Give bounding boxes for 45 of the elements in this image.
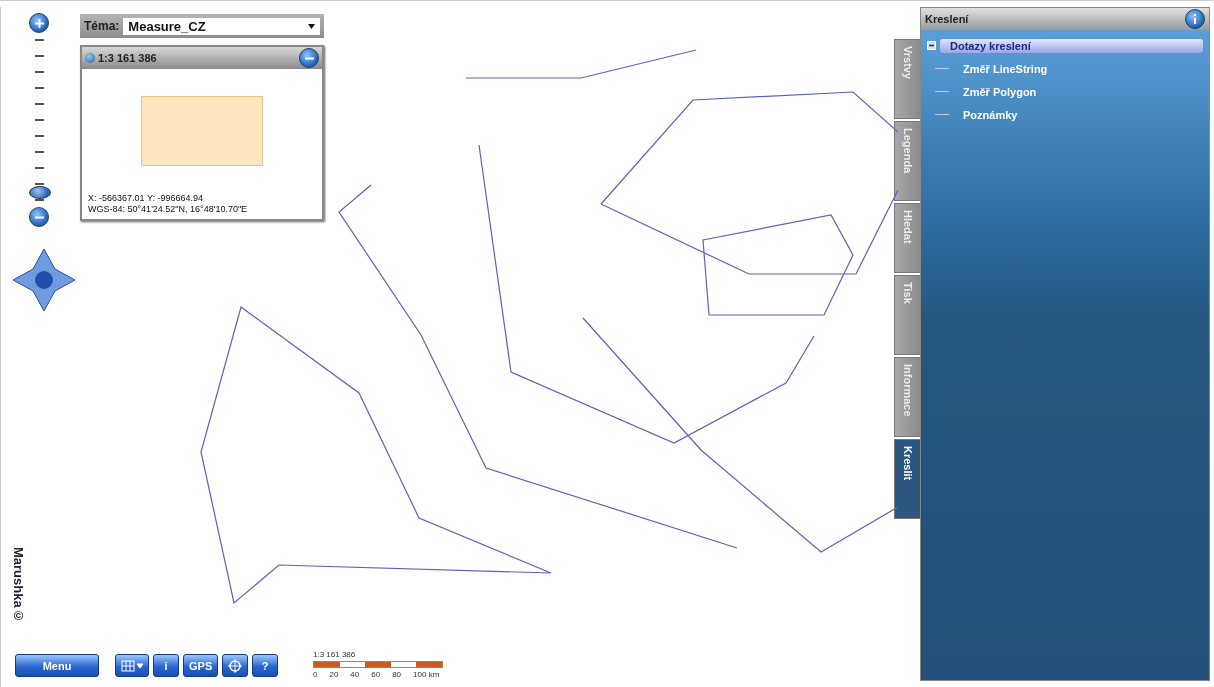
scale-tick-label: 100 km — [413, 670, 440, 679]
tool-button[interactable]: ? — [252, 654, 279, 677]
minimize-button[interactable] — [299, 48, 319, 68]
menu-button[interactable]: Menu — [15, 654, 99, 677]
zoom-in-button[interactable] — [29, 13, 49, 33]
scale-tick-label: 0 — [313, 670, 318, 679]
scale-text: 1:3 161 386 — [313, 650, 357, 659]
brand-label: Marushka© — [11, 547, 26, 623]
info-icon — [1192, 14, 1198, 24]
tool-button[interactable]: i — [153, 654, 179, 677]
scale-tick-label: 60 — [371, 670, 381, 679]
locate-button[interactable] — [222, 654, 249, 677]
coordinate-text: WGS-84: 50°41'24.52"N, 16°48'10.70"E — [88, 204, 249, 215]
dropdown-caret-icon — [308, 23, 315, 29]
tree-item[interactable]: Změř Polygon — [953, 84, 1047, 99]
tree-item[interactable]: Poznámky — [953, 107, 1028, 122]
tool-button[interactable]: GPS — [183, 654, 219, 677]
scale-tick-label: 80 — [392, 670, 402, 679]
side-tab[interactable]: Vrstvy — [894, 39, 920, 119]
tree-item[interactable]: Dotazy kreslení — [940, 38, 1203, 53]
scale-tick-label: 40 — [350, 670, 360, 679]
grid-icon — [121, 659, 143, 672]
help-button[interactable] — [1185, 9, 1205, 29]
crosshair-icon — [228, 658, 243, 673]
overview-scale: 1:3 161 386 — [98, 52, 157, 64]
minus-icon — [34, 215, 44, 219]
collapse-toggle[interactable] — [927, 41, 936, 50]
tree-item[interactable]: Změř LineString — [953, 61, 1058, 76]
theme-select[interactable]: Measure_CZ — [123, 17, 320, 35]
zoom-out-button[interactable] — [29, 207, 49, 227]
side-tab[interactable]: Kreslit — [894, 439, 920, 519]
zoom-slider-thumb[interactable] — [29, 186, 51, 200]
side-tab[interactable]: Legenda — [894, 121, 920, 201]
theme-label: Téma: — [84, 19, 120, 33]
minus-icon — [928, 42, 935, 49]
side-tab[interactable]: Informace — [894, 357, 920, 437]
scale-tick-label: 20 — [329, 670, 339, 679]
coordinate-text: X: -566367.01 Y: -996664.94 — [88, 193, 204, 204]
side-tab[interactable]: Hledat — [894, 203, 920, 273]
minus-icon — [304, 56, 314, 60]
plus-icon — [34, 18, 44, 28]
panel-title: Kreslení — [925, 13, 969, 25]
side-tab[interactable]: Tisk — [894, 275, 920, 355]
pan-control-icon[interactable] — [11, 247, 77, 313]
grid-button[interactable] — [115, 654, 149, 677]
